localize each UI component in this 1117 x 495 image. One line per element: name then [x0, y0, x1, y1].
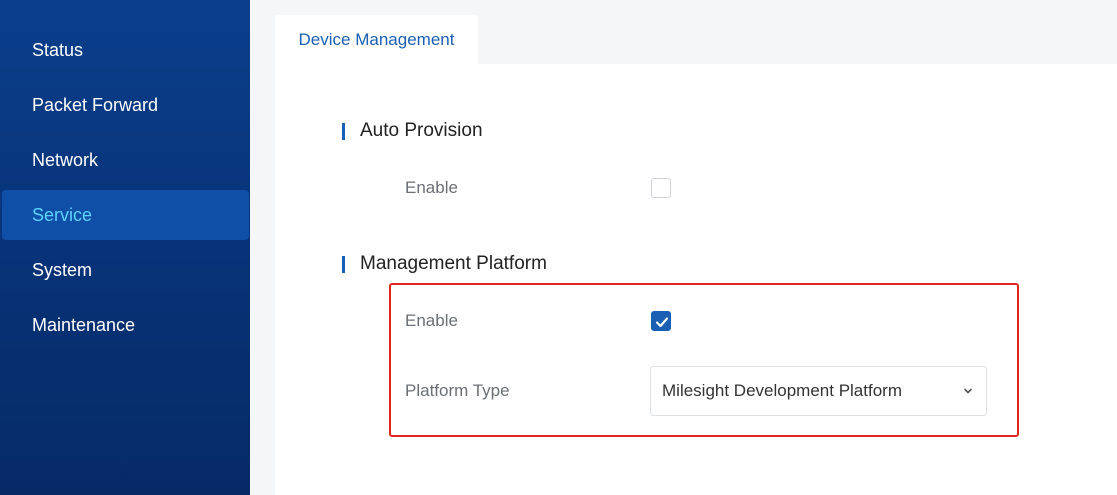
management-platform-enable-checkbox[interactable]: [651, 311, 671, 331]
device-management-panel: Auto Provision Enable Management Platfor…: [275, 64, 1117, 495]
auto-provision-section-title: Auto Provision: [342, 120, 483, 142]
section-marker: [342, 123, 345, 140]
app-root: Status Packet Forward Network Service Sy…: [0, 0, 1117, 495]
auto-provision-title: Auto Provision: [360, 120, 483, 141]
section-marker: [342, 256, 345, 273]
sidebar-item-service[interactable]: Service: [2, 190, 249, 240]
platform-type-label: Platform Type: [405, 381, 510, 400]
platform-type-value: Milesight Development Platform: [662, 381, 902, 400]
sidebar-item-system[interactable]: System: [2, 245, 249, 295]
management-platform-enable-label: Enable: [405, 311, 458, 330]
auto-provision-enable-checkbox[interactable]: [651, 178, 671, 198]
auto-provision-enable-label: Enable: [405, 178, 458, 197]
sidebar-item-maintenance[interactable]: Maintenance: [2, 300, 249, 350]
tab-device-management[interactable]: Device Management: [275, 15, 478, 65]
sidebar-item-status[interactable]: Status: [2, 25, 249, 75]
platform-type-select[interactable]: Milesight Development Platform: [650, 366, 987, 416]
main-content: Device Management Auto Provision Enable …: [250, 0, 1117, 495]
chevron-down-icon: [964, 388, 972, 394]
management-platform-title: Management Platform: [360, 253, 547, 274]
check-icon: [655, 317, 669, 328]
sidebar-item-network[interactable]: Network: [2, 135, 249, 185]
management-platform-section-title: Management Platform: [342, 253, 547, 275]
sidebar: Status Packet Forward Network Service Sy…: [0, 0, 250, 495]
sidebar-item-packet-forward[interactable]: Packet Forward: [2, 80, 249, 130]
